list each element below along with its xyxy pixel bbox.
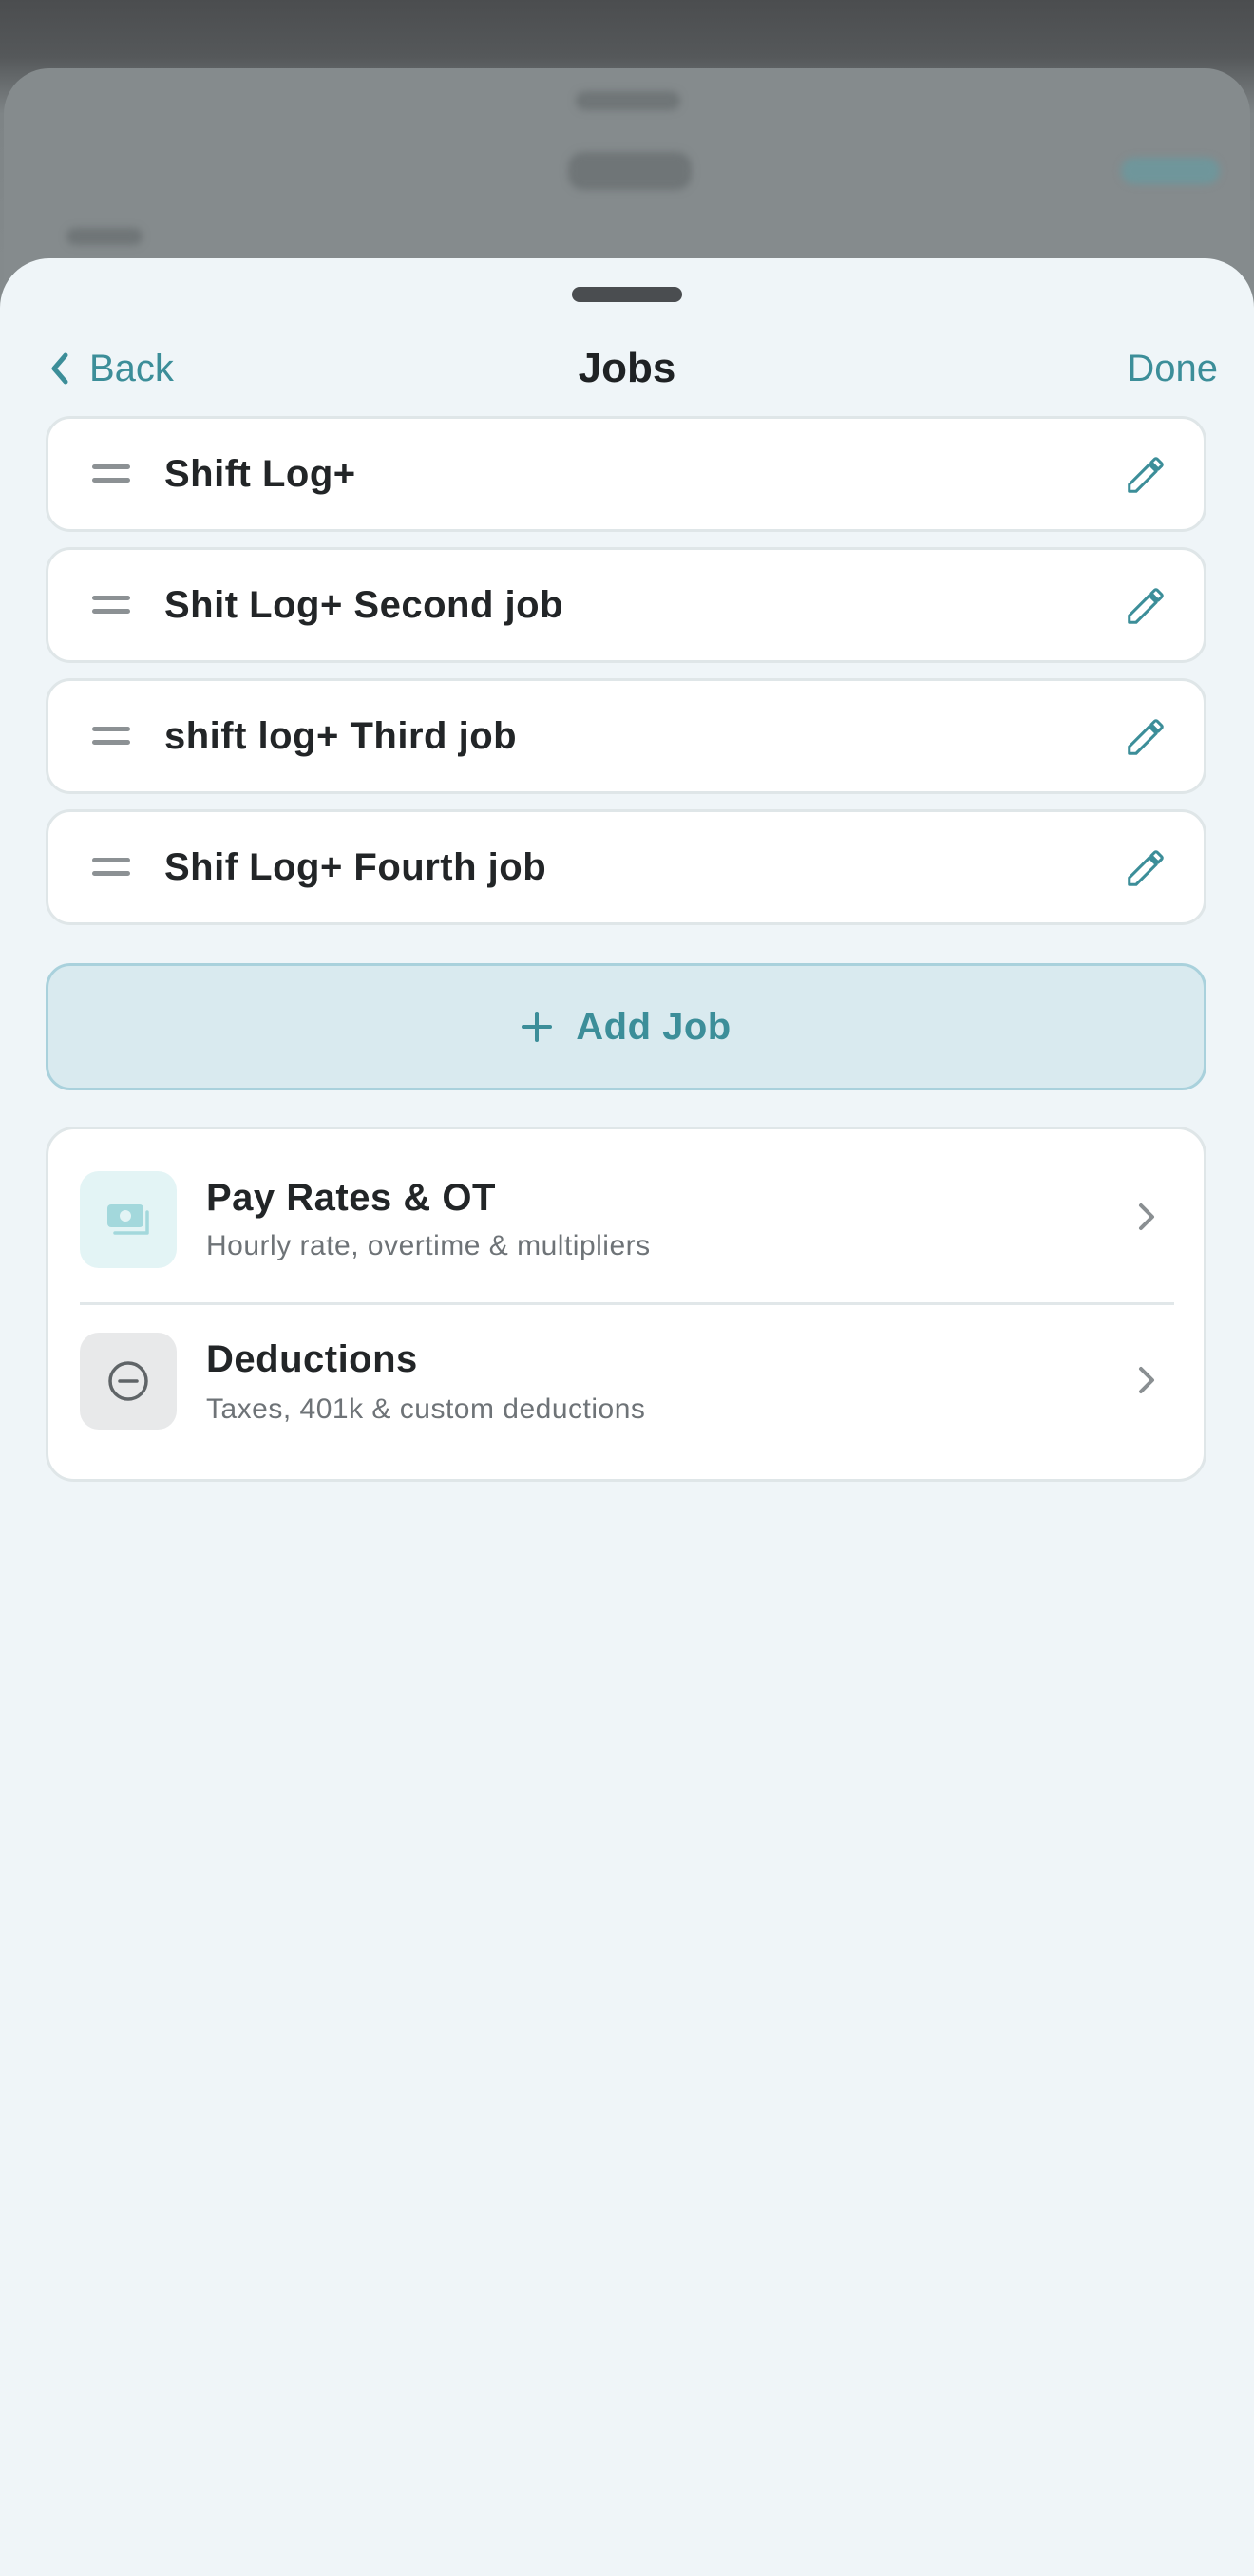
page-title: Jobs (578, 345, 676, 391)
add-job-button[interactable]: Add Job (46, 963, 1206, 1090)
deductions-row[interactable]: Deductions Taxes, 401k & custom deductio… (48, 1293, 1204, 1454)
job-name: Shit Log+ Second job (164, 584, 563, 626)
pencil-icon[interactable] (1124, 846, 1168, 890)
job-row[interactable]: Shif Log+ Fourth job (46, 809, 1206, 925)
back-button[interactable]: Back (49, 340, 174, 397)
back-label: Back (89, 347, 174, 389)
money-icon (107, 1204, 149, 1235)
pencil-icon[interactable] (1124, 584, 1168, 628)
drag-handle-icon[interactable] (92, 727, 130, 746)
deductions-subtitle: Taxes, 401k & custom deductions (206, 1393, 646, 1425)
chevron-left-icon (51, 352, 68, 385)
drag-handle-icon[interactable] (92, 596, 130, 615)
pencil-icon[interactable] (1124, 453, 1168, 497)
add-job-label: Add Job (576, 1005, 732, 1048)
drag-handle-icon[interactable] (92, 858, 130, 877)
plus-icon (522, 1012, 553, 1042)
jobs-sheet: Back Jobs Done Shift Log+ Shit Log+ Seco… (0, 258, 1254, 2576)
deductions-title: Deductions (206, 1338, 418, 1380)
deductions-icon-box (80, 1333, 177, 1430)
chevron-right-icon (1139, 1367, 1154, 1393)
chevron-right-icon (1139, 1203, 1154, 1230)
sheet-grabber[interactable] (572, 287, 682, 302)
background-placeholder (1121, 158, 1220, 184)
job-settings-card: Pay Rates & OT Hourly rate, overtime & m… (46, 1127, 1206, 1482)
job-row[interactable]: Shit Log+ Second job (46, 547, 1206, 663)
job-name: Shift Log+ (164, 453, 356, 495)
job-name: shift log+ Third job (164, 715, 518, 757)
pencil-icon[interactable] (1124, 715, 1168, 759)
pay-rates-icon-box (80, 1171, 177, 1268)
background-placeholder (576, 91, 680, 110)
drag-handle-icon[interactable] (92, 464, 130, 483)
background-placeholder (568, 152, 692, 190)
pay-rates-title: Pay Rates & OT (206, 1177, 496, 1219)
background-placeholder (66, 228, 142, 245)
pay-rates-subtitle: Hourly rate, overtime & multipliers (206, 1230, 651, 1261)
job-row[interactable]: Shift Log+ (46, 416, 1206, 532)
job-row[interactable]: shift log+ Third job (46, 678, 1206, 794)
pay-rates-row[interactable]: Pay Rates & OT Hourly rate, overtime & m… (48, 1129, 1204, 1291)
done-button[interactable]: Done (1127, 340, 1218, 397)
minus-circle-icon (108, 1361, 148, 1401)
job-name: Shif Log+ Fourth job (164, 846, 547, 888)
